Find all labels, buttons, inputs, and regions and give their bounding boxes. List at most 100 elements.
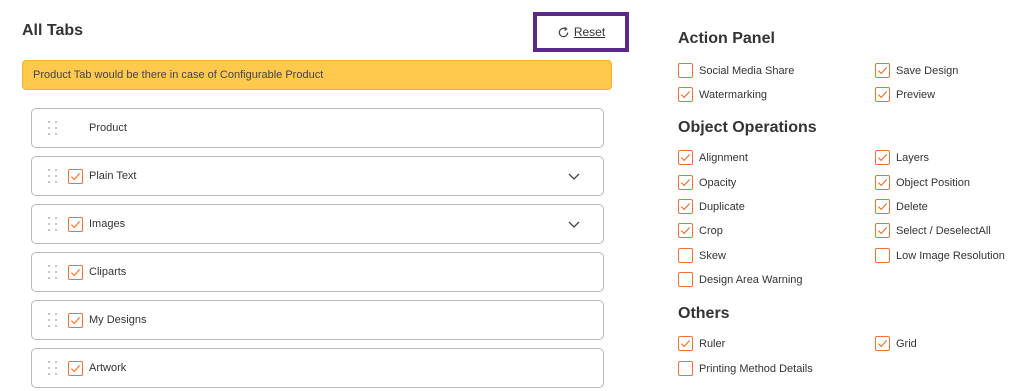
- others-title: Others: [678, 305, 730, 322]
- checkmark-icon: [877, 66, 888, 75]
- option-design-area-warning[interactable]: Design Area Warning: [678, 272, 803, 287]
- reset-label: Reset: [573, 25, 606, 39]
- tab-row-images[interactable]: Images: [31, 204, 604, 244]
- checkbox-watermarking[interactable]: [678, 87, 693, 102]
- option-printing-method-details[interactable]: Printing Method Details: [678, 361, 813, 376]
- checkbox-save-design[interactable]: [875, 63, 890, 78]
- option-duplicate[interactable]: Duplicate: [678, 199, 745, 214]
- checkmark-icon: [877, 178, 888, 187]
- checkbox-printing-method-details[interactable]: [678, 361, 693, 376]
- checkbox-object-position[interactable]: [875, 175, 890, 190]
- checkmark-icon: [680, 178, 691, 187]
- object-operations-title: Object Operations: [678, 119, 817, 136]
- tab-row-cliparts[interactable]: Cliparts: [31, 252, 604, 292]
- option-opacity[interactable]: Opacity: [678, 175, 736, 190]
- checkmark-icon: [680, 153, 691, 162]
- drag-handle-icon[interactable]: [48, 361, 57, 375]
- checkbox-duplicate[interactable]: [678, 199, 693, 214]
- option-layers[interactable]: Layers: [875, 150, 929, 165]
- all-tabs-panel: All Tabs Reset Product Tab would be ther…: [22, 0, 629, 391]
- option-label: Crop: [699, 224, 723, 237]
- option-label: Preview: [896, 88, 936, 101]
- checkmark-icon: [70, 220, 81, 228]
- option-label: Ruler: [699, 337, 726, 350]
- option-label: Save Design: [896, 64, 959, 77]
- option-label: Printing Method Details: [699, 362, 813, 375]
- option-alignment[interactable]: Alignment: [678, 150, 748, 165]
- checkbox-social-media-share[interactable]: [678, 63, 693, 78]
- action-panel-title: Action Panel: [678, 30, 775, 47]
- option-ruler[interactable]: Ruler: [678, 336, 725, 351]
- drag-handle-icon[interactable]: [48, 217, 57, 231]
- checkmark-icon: [70, 316, 81, 324]
- checkbox-opacity[interactable]: [678, 175, 693, 190]
- option-social-media-share[interactable]: Social Media Share: [678, 63, 794, 78]
- option-label: Alignment: [699, 151, 748, 164]
- checkmark-icon: [877, 226, 888, 235]
- option-watermarking[interactable]: Watermarking: [678, 87, 767, 102]
- option-label: Object Position: [896, 176, 970, 189]
- checkbox-select-deselectall[interactable]: [875, 223, 890, 238]
- option-label: Duplicate: [699, 200, 745, 213]
- tab-label: Images: [89, 218, 126, 230]
- tab-row-artwork[interactable]: Artwork: [31, 348, 604, 388]
- drag-handle-icon[interactable]: [48, 121, 57, 135]
- all-tabs-title: All Tabs: [22, 22, 84, 39]
- option-label: Delete: [896, 200, 928, 213]
- option-label: Watermarking: [699, 88, 768, 101]
- option-label: Social Media Share: [699, 64, 795, 77]
- option-label: Grid: [896, 337, 917, 350]
- tab-label: Plain Text: [89, 170, 137, 182]
- checkmark-icon: [680, 202, 691, 211]
- tab-row-product[interactable]: Product: [31, 108, 604, 148]
- configurable-product-notice: Product Tab would be there in case of Co…: [22, 60, 612, 90]
- chevron-down-icon[interactable]: [567, 169, 581, 183]
- option-label: Opacity: [699, 176, 737, 189]
- tab-label: My Designs: [89, 314, 147, 326]
- checkbox-grid[interactable]: [875, 336, 890, 351]
- option-label: Select / DeselectAll: [896, 224, 991, 237]
- tab-checkbox-images[interactable]: [68, 216, 83, 232]
- drag-handle-icon[interactable]: [48, 313, 57, 327]
- tab-checkbox-artwork[interactable]: [68, 360, 83, 376]
- checkmark-icon: [877, 202, 888, 211]
- checkbox-ruler[interactable]: [678, 336, 693, 351]
- tab-label: Artwork: [89, 362, 127, 374]
- checkbox-delete[interactable]: [875, 199, 890, 214]
- checkbox-skew[interactable]: [678, 248, 693, 263]
- option-object-position[interactable]: Object Position: [875, 175, 970, 190]
- checkbox-alignment[interactable]: [678, 150, 693, 165]
- drag-handle-icon[interactable]: [48, 265, 57, 279]
- option-crop[interactable]: Crop: [678, 223, 723, 238]
- checkmark-icon: [680, 90, 691, 99]
- option-save-design[interactable]: Save Design: [875, 63, 958, 78]
- option-preview[interactable]: Preview: [875, 87, 935, 102]
- reset-button[interactable]: Reset: [533, 12, 629, 52]
- checkbox-design-area-warning[interactable]: [678, 272, 693, 287]
- option-skew[interactable]: Skew: [678, 248, 726, 263]
- option-label: Skew: [699, 249, 726, 262]
- option-label: Layers: [896, 151, 930, 164]
- refresh-icon: [558, 26, 569, 37]
- option-grid[interactable]: Grid: [875, 336, 917, 351]
- tab-checkbox-cliparts[interactable]: [68, 264, 83, 280]
- tab-row-plain-text[interactable]: Plain Text: [31, 156, 604, 196]
- checkmark-icon: [877, 339, 888, 348]
- tab-checkbox-my-designs[interactable]: [68, 312, 83, 328]
- tab-row-my-designs[interactable]: My Designs: [31, 300, 604, 340]
- checkmark-icon: [680, 226, 691, 235]
- checkbox-low-image-resolution[interactable]: [875, 248, 890, 263]
- checkbox-layers[interactable]: [875, 150, 890, 165]
- checkmark-icon: [680, 339, 691, 348]
- tab-label: Product: [89, 122, 127, 134]
- checkbox-crop[interactable]: [678, 223, 693, 238]
- option-label: Design Area Warning: [699, 273, 803, 286]
- option-select-deselectall[interactable]: Select / DeselectAll: [875, 223, 991, 238]
- option-low-image-resolution[interactable]: Low Image Resolution: [875, 248, 1005, 263]
- chevron-down-icon[interactable]: [567, 217, 581, 231]
- checkmark-icon: [877, 153, 888, 162]
- tab-checkbox-plain-text[interactable]: [68, 168, 83, 184]
- option-delete[interactable]: Delete: [875, 199, 928, 214]
- checkbox-preview[interactable]: [875, 87, 890, 102]
- drag-handle-icon[interactable]: [48, 169, 57, 183]
